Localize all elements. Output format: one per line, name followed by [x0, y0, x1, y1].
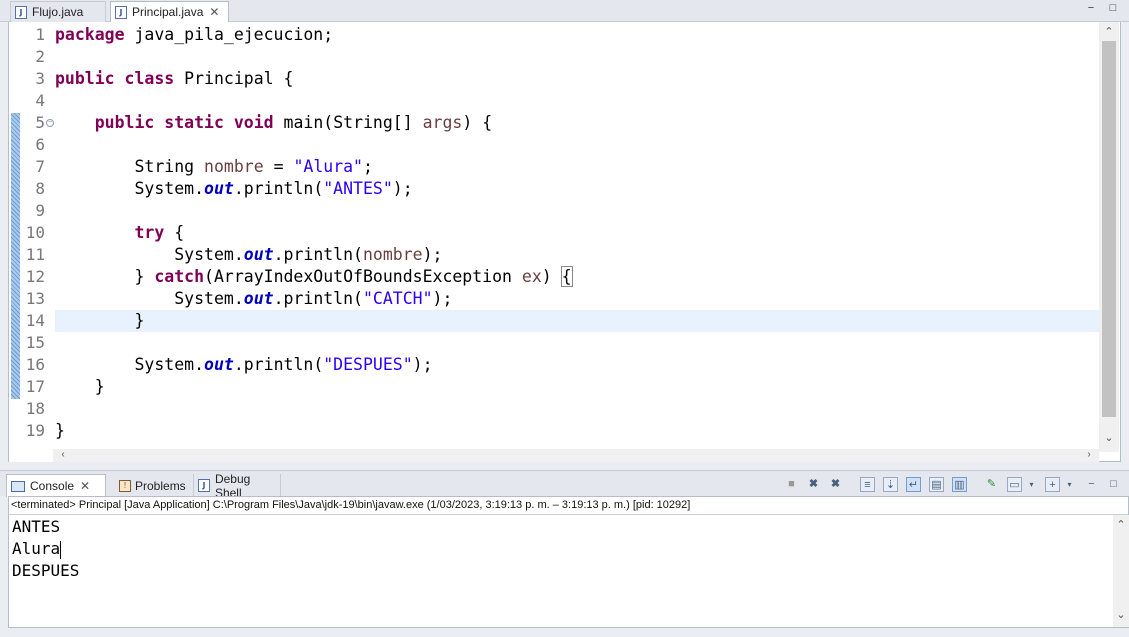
- line-number: 3: [35, 69, 45, 88]
- open-console-icon[interactable]: +: [1045, 477, 1060, 492]
- console-vertical-scrollbar[interactable]: ⌃ ⌄: [1113, 515, 1129, 627]
- code-line: } catch(ArrayIndexOutOfBoundsException e…: [134, 266, 573, 287]
- scroll-left-icon[interactable]: ‹: [55, 447, 71, 463]
- collapse-icon[interactable]: −: [46, 119, 54, 127]
- minimize-icon[interactable]: −: [1084, 477, 1099, 492]
- line-number: 6: [35, 135, 45, 154]
- line-number: 8: [35, 179, 45, 198]
- maximize-icon[interactable]: □: [1106, 477, 1121, 492]
- code-line: public static void main(String[] args) {: [94, 113, 493, 132]
- scroll-right-icon[interactable]: ›: [1081, 447, 1097, 463]
- maximize-icon[interactable]: □: [1106, 2, 1120, 16]
- code-line: }: [55, 421, 65, 440]
- line-number: 14: [25, 311, 45, 330]
- minimize-icon[interactable]: −: [1084, 2, 1098, 16]
- editor-horizontal-scrollbar[interactable]: ‹ ›: [53, 449, 1099, 462]
- line-number: 16: [25, 355, 45, 374]
- code-line: System.out.println("DESPUES");: [134, 355, 433, 374]
- show-on-stdout-icon[interactable]: ▤: [929, 477, 944, 492]
- pin-console-icon[interactable]: ✎: [984, 477, 999, 492]
- terminate-icon[interactable]: ■: [784, 477, 799, 492]
- line-number: 4: [35, 91, 45, 110]
- code-line: package java_pila_ejecucion;: [55, 25, 334, 44]
- line-number: 1: [35, 25, 45, 44]
- chevron-down-icon[interactable]: ▾: [1024, 477, 1039, 492]
- scroll-thumb[interactable]: [1102, 41, 1116, 417]
- tab-label: Principal.java: [132, 5, 204, 19]
- console-view[interactable]: <terminated> Principal [Java Application…: [8, 496, 1129, 628]
- remove-launch-icon[interactable]: ✖: [806, 477, 821, 492]
- problems-icon: !: [119, 479, 131, 492]
- code-line: System.out.println("ANTES");: [134, 179, 413, 198]
- console-output-line: Alura: [12, 539, 62, 559]
- line-number: 12: [25, 267, 45, 286]
- tab-problems[interactable]: ! Problems: [115, 474, 190, 497]
- word-wrap-icon[interactable]: ↵: [906, 477, 921, 492]
- line-number: 13: [25, 289, 45, 308]
- change-marker: [11, 113, 20, 399]
- console-status: <terminated> Principal [Java Application…: [9, 497, 1128, 515]
- close-icon[interactable]: ✕: [80, 479, 90, 493]
- tab-label: Problems: [135, 478, 186, 493]
- console-output-line: DESPUES: [12, 561, 80, 580]
- matching-bracket: {: [560, 266, 573, 287]
- scroll-up-icon[interactable]: ⌃: [1101, 24, 1117, 40]
- current-line-highlight: [55, 310, 1099, 332]
- console-icon: [11, 480, 25, 492]
- code-line: String nombre = "Alura";: [134, 157, 373, 176]
- close-icon[interactable]: ✕: [209, 5, 219, 19]
- line-number: 9: [35, 201, 45, 220]
- line-number-gutter: 1 2 3 4 5 6 7 8 9 10 11 12 13 14 15 16 1…: [9, 22, 54, 462]
- remove-all-terminated-icon[interactable]: ✖: [828, 477, 843, 492]
- scroll-lock-icon[interactable]: ⇣: [883, 477, 898, 492]
- code-line: System.out.println("CATCH");: [174, 289, 453, 308]
- tab-debug-shell[interactable]: J Debug Shell: [193, 472, 281, 500]
- text-cursor: [60, 540, 62, 559]
- scroll-down-icon[interactable]: ⌄: [1101, 430, 1117, 446]
- tab-label: Flujo.java: [32, 5, 84, 19]
- display-console-icon[interactable]: ▭: [1007, 477, 1022, 492]
- line-number: 17: [25, 377, 45, 396]
- java-file-icon: J: [115, 5, 127, 19]
- tab-label: Console: [30, 479, 75, 493]
- line-number: 7: [35, 157, 45, 176]
- line-number: 11: [25, 245, 45, 264]
- console-output-line: ANTES: [12, 517, 61, 536]
- tab-flujo-java[interactable]: J Flujo.java: [10, 1, 106, 22]
- line-number: 18: [25, 399, 45, 418]
- console-tab-bar: Console ✕ ! Problems J Debug Shell ■ ✖ ✖…: [0, 470, 1129, 500]
- line-number: 5: [35, 113, 45, 132]
- code-editor[interactable]: 1 2 3 4 5 6 7 8 9 10 11 12 13 14 15 16 1…: [8, 22, 1121, 462]
- java-file-icon: J: [15, 5, 27, 19]
- scroll-down-icon[interactable]: ⌄: [1113, 607, 1129, 623]
- chevron-down-icon[interactable]: ▾: [1062, 477, 1077, 492]
- debug-shell-icon: J: [198, 479, 210, 492]
- code-line: public class Principal {: [55, 69, 294, 88]
- editor-vertical-scrollbar[interactable]: ⌃ ⌄: [1099, 22, 1119, 452]
- show-on-stderr-icon[interactable]: ▥: [952, 477, 967, 492]
- code-line: }: [134, 311, 145, 330]
- tab-principal-java[interactable]: J Principal.java ✕: [110, 1, 229, 22]
- line-number: 2: [35, 47, 45, 66]
- scroll-up-icon[interactable]: ⌃: [1113, 517, 1129, 533]
- code-line: }: [94, 377, 105, 396]
- code-line: System.out.println(nombre);: [174, 245, 443, 264]
- code-line: try {: [134, 223, 185, 242]
- line-number: 19: [25, 421, 45, 440]
- line-number: 10: [25, 223, 45, 242]
- line-number: 15: [25, 333, 45, 352]
- clear-console-icon[interactable]: ≡: [860, 477, 875, 492]
- editor-tab-bar: J Flujo.java J Principal.java ✕ − □: [0, 0, 1129, 22]
- tab-console[interactable]: Console ✕: [6, 474, 106, 497]
